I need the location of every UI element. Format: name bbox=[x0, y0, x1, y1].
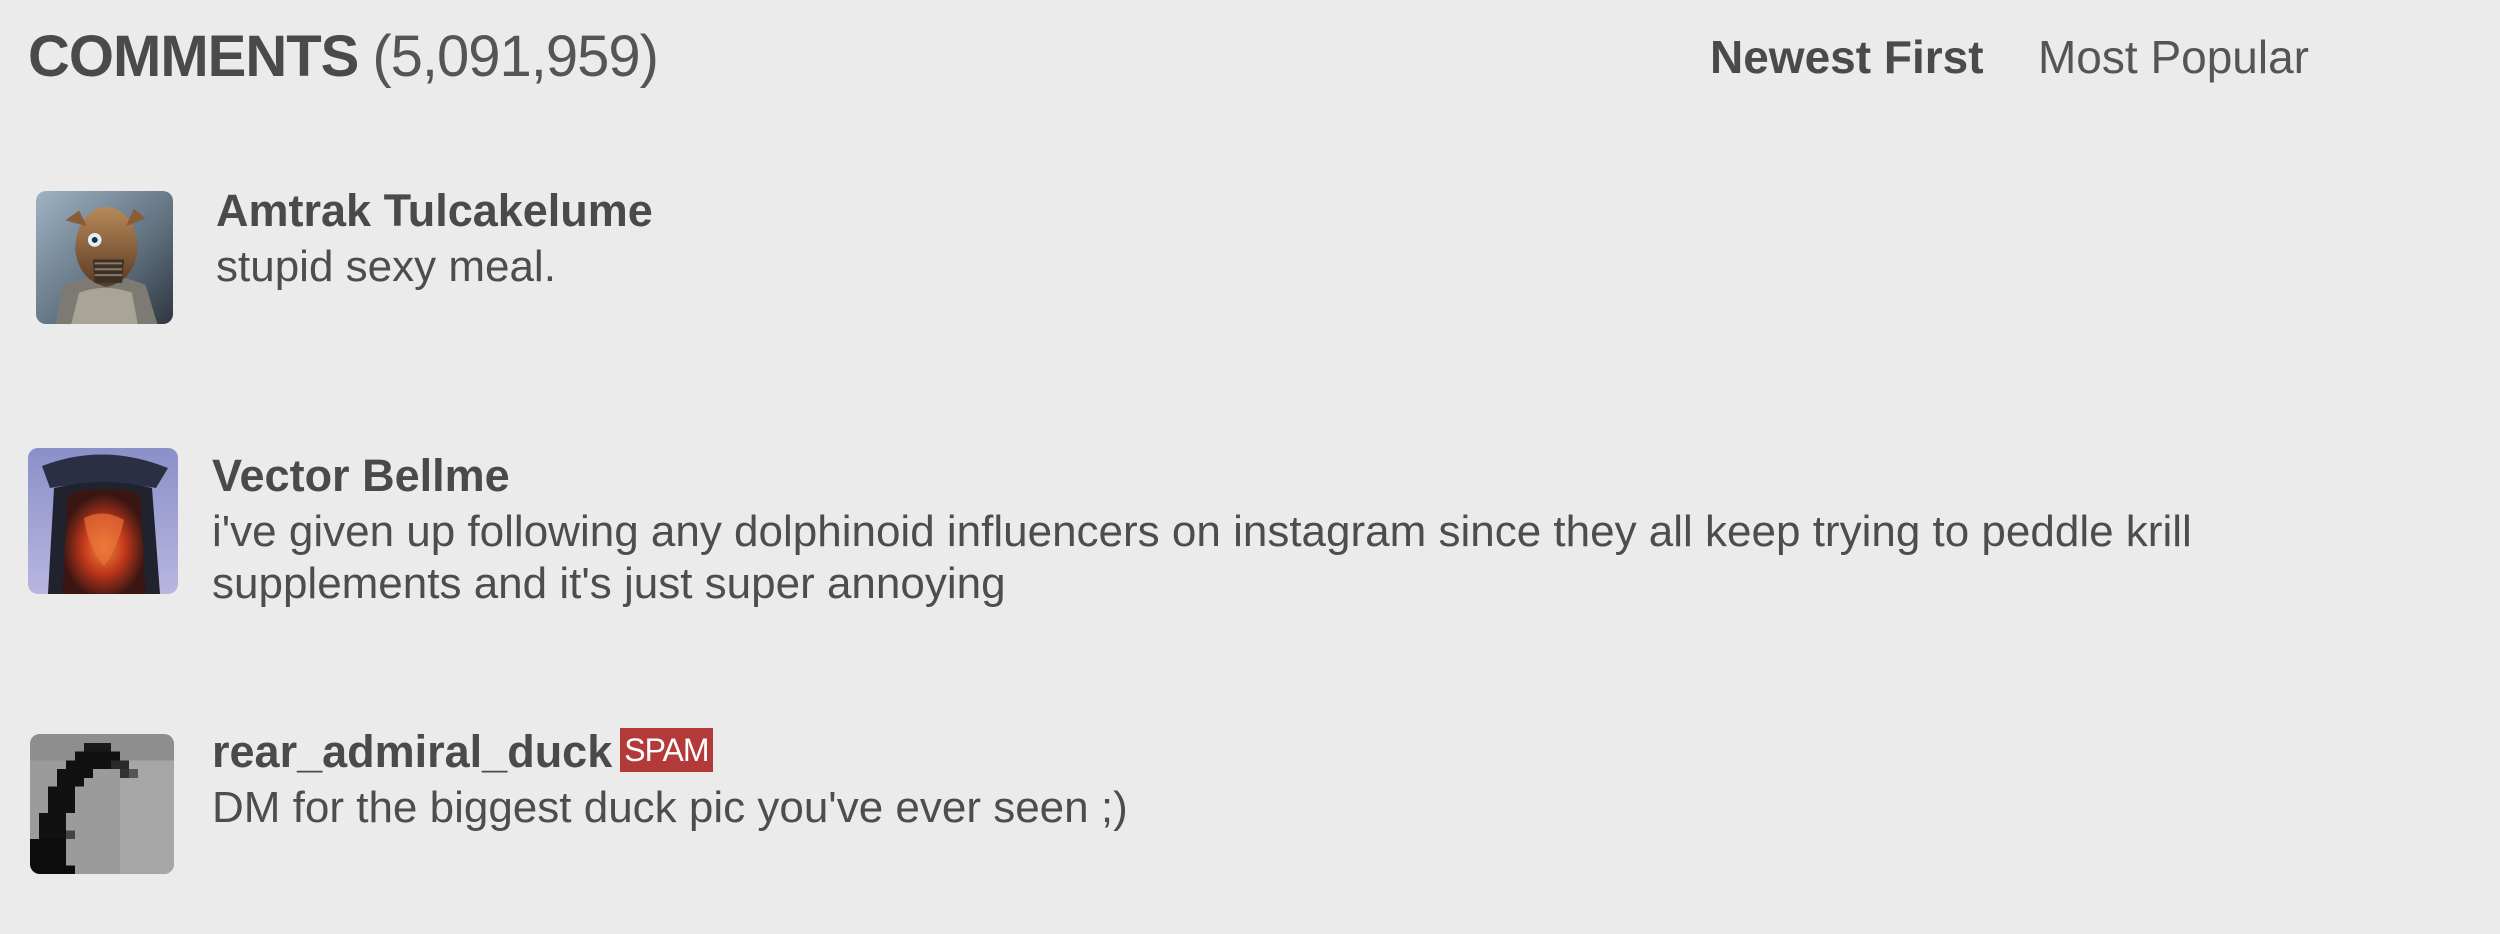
comment-author[interactable]: Vector Bellme bbox=[212, 448, 2332, 504]
comments-title-label: COMMENTS bbox=[28, 24, 359, 89]
sort-newest-first[interactable]: Newest First bbox=[1710, 28, 1984, 86]
comments-section: COMMENTS (5,091,959) Newest First Most Po… bbox=[0, 0, 2500, 934]
comment-author[interactable]: Amtrak Tulcakelume bbox=[216, 183, 2216, 239]
armored-alien-avatar-icon[interactable] bbox=[36, 191, 173, 324]
comment-body: Amtrak Tulcakelume stupid sexy meal. bbox=[216, 183, 2216, 293]
comment-body: rear_admiral_duck SPAM DM for the biggest… bbox=[212, 724, 2212, 834]
spam-badge: SPAM bbox=[620, 728, 713, 772]
hooded-glowing-figure-avatar-icon[interactable] bbox=[28, 448, 178, 594]
sort-options: Newest First Most Popular bbox=[1710, 28, 2309, 86]
comments-count: (5,091,959) bbox=[372, 24, 659, 89]
comment-author-name[interactable]: Vector Bellme bbox=[212, 450, 510, 501]
sort-most-popular[interactable]: Most Popular bbox=[2038, 28, 2309, 86]
comment-text: stupid sexy meal. bbox=[216, 242, 556, 291]
comments-title: COMMENTS (5,091,959) bbox=[28, 22, 659, 92]
pixelated-duck-silhouette-avatar-icon[interactable] bbox=[30, 734, 174, 874]
comment-text: i've given up following any dolphinoid i… bbox=[212, 507, 2192, 608]
comment-author[interactable]: rear_admiral_duck SPAM bbox=[212, 724, 2212, 780]
comment-author-name[interactable]: Amtrak Tulcakelume bbox=[216, 185, 653, 236]
comment-text: DM for the biggest duck pic you've ever … bbox=[212, 783, 1128, 832]
comments-header: COMMENTS (5,091,959) Newest First Most Po… bbox=[28, 22, 2500, 92]
comment-body: Vector Bellme i've given up following an… bbox=[212, 448, 2332, 610]
comment-author-name[interactable]: rear_admiral_duck bbox=[212, 726, 612, 777]
